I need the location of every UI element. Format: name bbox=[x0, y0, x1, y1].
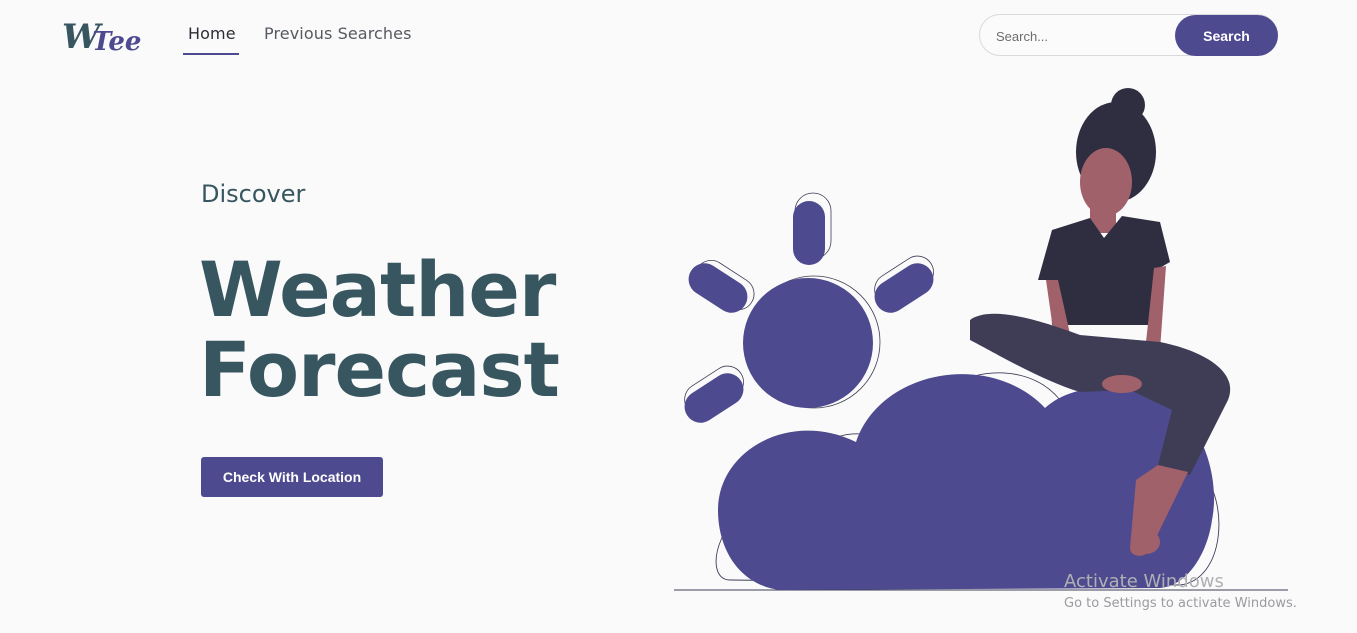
nav-previous-searches[interactable]: Previous Searches bbox=[264, 24, 412, 43]
wtee-logo[interactable]: W Tee bbox=[60, 12, 150, 58]
search-input[interactable] bbox=[994, 25, 1168, 47]
hero-title-line1: Weather bbox=[199, 245, 556, 334]
hero-title: Weather Forecast bbox=[199, 245, 560, 414]
svg-text:Tee: Tee bbox=[92, 27, 141, 57]
search-button[interactable]: Search bbox=[1175, 15, 1278, 56]
hero-title-line2: Forecast bbox=[199, 325, 560, 414]
nav-active-indicator bbox=[183, 53, 239, 55]
hero-eyebrow: Discover bbox=[201, 180, 306, 208]
page: W Tee Home Previous Searches Search Disc… bbox=[0, 0, 1357, 633]
weather-illustration bbox=[674, 88, 1288, 591]
activate-windows-title: Activate Windows bbox=[1064, 571, 1224, 592]
nav-home[interactable]: Home bbox=[188, 24, 236, 43]
activate-windows-subtitle: Go to Settings to activate Windows. bbox=[1064, 596, 1297, 611]
check-with-location-button[interactable]: Check With Location bbox=[201, 457, 383, 497]
